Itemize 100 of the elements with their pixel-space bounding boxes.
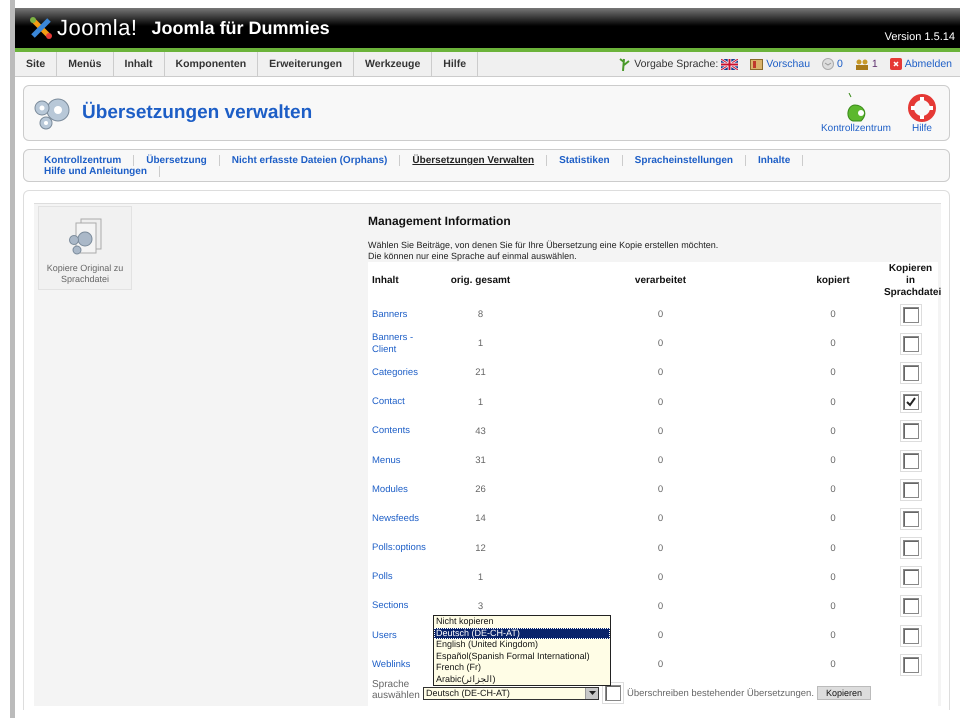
table-cell: 21 (475, 367, 486, 378)
table-cell: 12 (475, 542, 486, 554)
table-cell: 1 (478, 338, 484, 350)
column-header: verarbeitet (538, 262, 783, 300)
table-cell: 0 (658, 542, 664, 554)
content-type-link[interactable]: Users (368, 621, 423, 650)
table-cell: 1 (478, 572, 484, 583)
logout-icon (890, 58, 902, 70)
table-cell: 0 (830, 484, 836, 496)
table-cell: 0 (830, 309, 836, 320)
table-cell: 0 (830, 572, 836, 583)
menu-item[interactable]: Inhalt (114, 52, 165, 76)
content-type-link[interactable]: Sections (368, 592, 423, 622)
submenu-tab[interactable]: Spracheinstellungen (622, 155, 746, 166)
dropdown-option[interactable]: Español(Spanish Formal International) (434, 650, 610, 662)
table-cell: 0 (658, 484, 664, 496)
table-cell: 31 (475, 455, 486, 466)
table-cell: 0 (658, 338, 664, 350)
checkbox[interactable] (902, 482, 918, 498)
content-type-link[interactable]: Weblinks (368, 650, 423, 680)
language-label: Sprache auswählen (368, 679, 423, 708)
dropdown-option[interactable]: Nicht kopieren (434, 616, 610, 628)
table-cell: 0 (658, 572, 664, 583)
table-cell: 0 (658, 309, 664, 320)
menu-item[interactable]: Site (15, 52, 58, 76)
dashboard-button[interactable]: Kontrollzentrum (816, 92, 895, 134)
help-button[interactable]: Hilfe (903, 92, 941, 134)
overwrite-label: Überschreiben bestehender Übersetzungen. (627, 688, 814, 699)
plant-icon (619, 57, 632, 71)
copy-original-button[interactable]: Kopiere Original zu Sprachdatei (38, 206, 132, 290)
checkbox[interactable] (902, 306, 918, 323)
checkbox[interactable] (902, 628, 918, 644)
table-cell: 0 (830, 630, 836, 642)
content-type-link[interactable]: Polls (368, 562, 423, 592)
submenu-tab[interactable]: Hilfe und Anleitungen (36, 166, 160, 177)
table-cell: 0 (830, 367, 836, 378)
content-type-link[interactable]: Menus (368, 446, 423, 476)
checkbox[interactable] (605, 685, 621, 702)
table-cell: 0 (830, 396, 836, 408)
dropdown-option[interactable]: English (United Kingdom) (434, 639, 610, 650)
menu-item[interactable]: Hilfe (432, 52, 478, 76)
content-type-link[interactable]: Contents (368, 416, 423, 446)
table-cell: 0 (658, 396, 664, 408)
table-cell: 0 (658, 426, 664, 437)
menu-item[interactable]: Menüs (57, 52, 114, 76)
table-cell: 0 (830, 338, 836, 350)
checkbox[interactable] (902, 598, 918, 614)
logo-text: Joomla! (57, 15, 138, 41)
checkbox[interactable] (902, 423, 918, 440)
dropdown-option[interactable]: French (Fr) (434, 662, 610, 674)
copy-button[interactable]: Kopieren (816, 686, 871, 700)
table-cell: 43 (475, 426, 486, 437)
submenu-tab[interactable]: Statistiken (547, 155, 623, 166)
language-select[interactable]: Deutsch (DE-CH-AT) (423, 686, 599, 700)
checkbox[interactable] (902, 569, 918, 586)
dropdown-option[interactable]: Arabic(الجزائر) (434, 674, 610, 685)
checkmark-icon (906, 397, 916, 408)
submenu-tab[interactable]: Kontrollzentrum (36, 155, 134, 166)
content-type-link[interactable]: Contact (368, 388, 423, 417)
language-label: Vorgabe Sprache: (634, 58, 718, 70)
submenu-tab[interactable]: Übersetzungen Verwalten (400, 155, 548, 166)
preview-icon (750, 58, 764, 70)
checkbox[interactable] (902, 394, 918, 410)
content-type-link[interactable]: Polls:options (368, 534, 423, 563)
submenu-tab[interactable]: Übersetzung (134, 155, 220, 166)
checkbox[interactable] (902, 336, 918, 352)
version-label: Version 1.5.14 (884, 31, 955, 43)
content-type-link[interactable]: Banners (368, 300, 423, 330)
checkbox[interactable] (902, 656, 918, 673)
users-icon (854, 58, 869, 70)
table-cell: 0 (658, 513, 664, 524)
table-cell: 0 (658, 455, 664, 466)
checkbox[interactable] (902, 452, 918, 469)
table-cell: 0 (830, 659, 836, 670)
flag-icon (721, 58, 738, 70)
content-type-link[interactable]: Categories (368, 358, 423, 388)
checkbox[interactable] (902, 540, 918, 556)
checkbox[interactable] (902, 364, 918, 381)
checkbox[interactable] (902, 510, 918, 527)
description-text: Wählen Sie Beiträge, von denen Sie für Ihre Übersetzung eine Kopie erstellen möchten. Die können nur eine Sprache auf einmal auswählen. (368, 240, 720, 262)
message-count[interactable]: 0 (837, 58, 843, 70)
table-cell: 8 (478, 309, 484, 320)
content-type-link[interactable]: Modules (368, 475, 423, 504)
menu-item[interactable]: Komponenten (164, 52, 258, 76)
table-cell: 0 (658, 659, 664, 670)
table-cell: 0 (830, 600, 836, 612)
preview-link[interactable]: Vorschau (766, 58, 810, 70)
table-cell: 0 (658, 600, 664, 612)
dropdown-option[interactable]: Deutsch (DE-CH-AT) (434, 628, 610, 639)
lifebuoy-icon (907, 92, 937, 122)
submenu-tab[interactable]: Inhalte (746, 155, 804, 166)
content-type-link[interactable]: Newsfeeds (368, 504, 423, 534)
table-cell: 0 (830, 426, 836, 437)
column-header: Kopieren in Sprachdatei (883, 262, 938, 300)
menu-item[interactable]: Werkzeuge (354, 52, 432, 76)
content-type-link[interactable]: Banners - Client (368, 329, 423, 358)
table-cell: 26 (475, 484, 486, 496)
logout-link[interactable]: Abmelden (904, 58, 952, 70)
submenu-tab[interactable]: Nicht erfasste Dateien (Orphans) (220, 155, 400, 166)
menu-item[interactable]: Erweiterungen (258, 52, 354, 76)
